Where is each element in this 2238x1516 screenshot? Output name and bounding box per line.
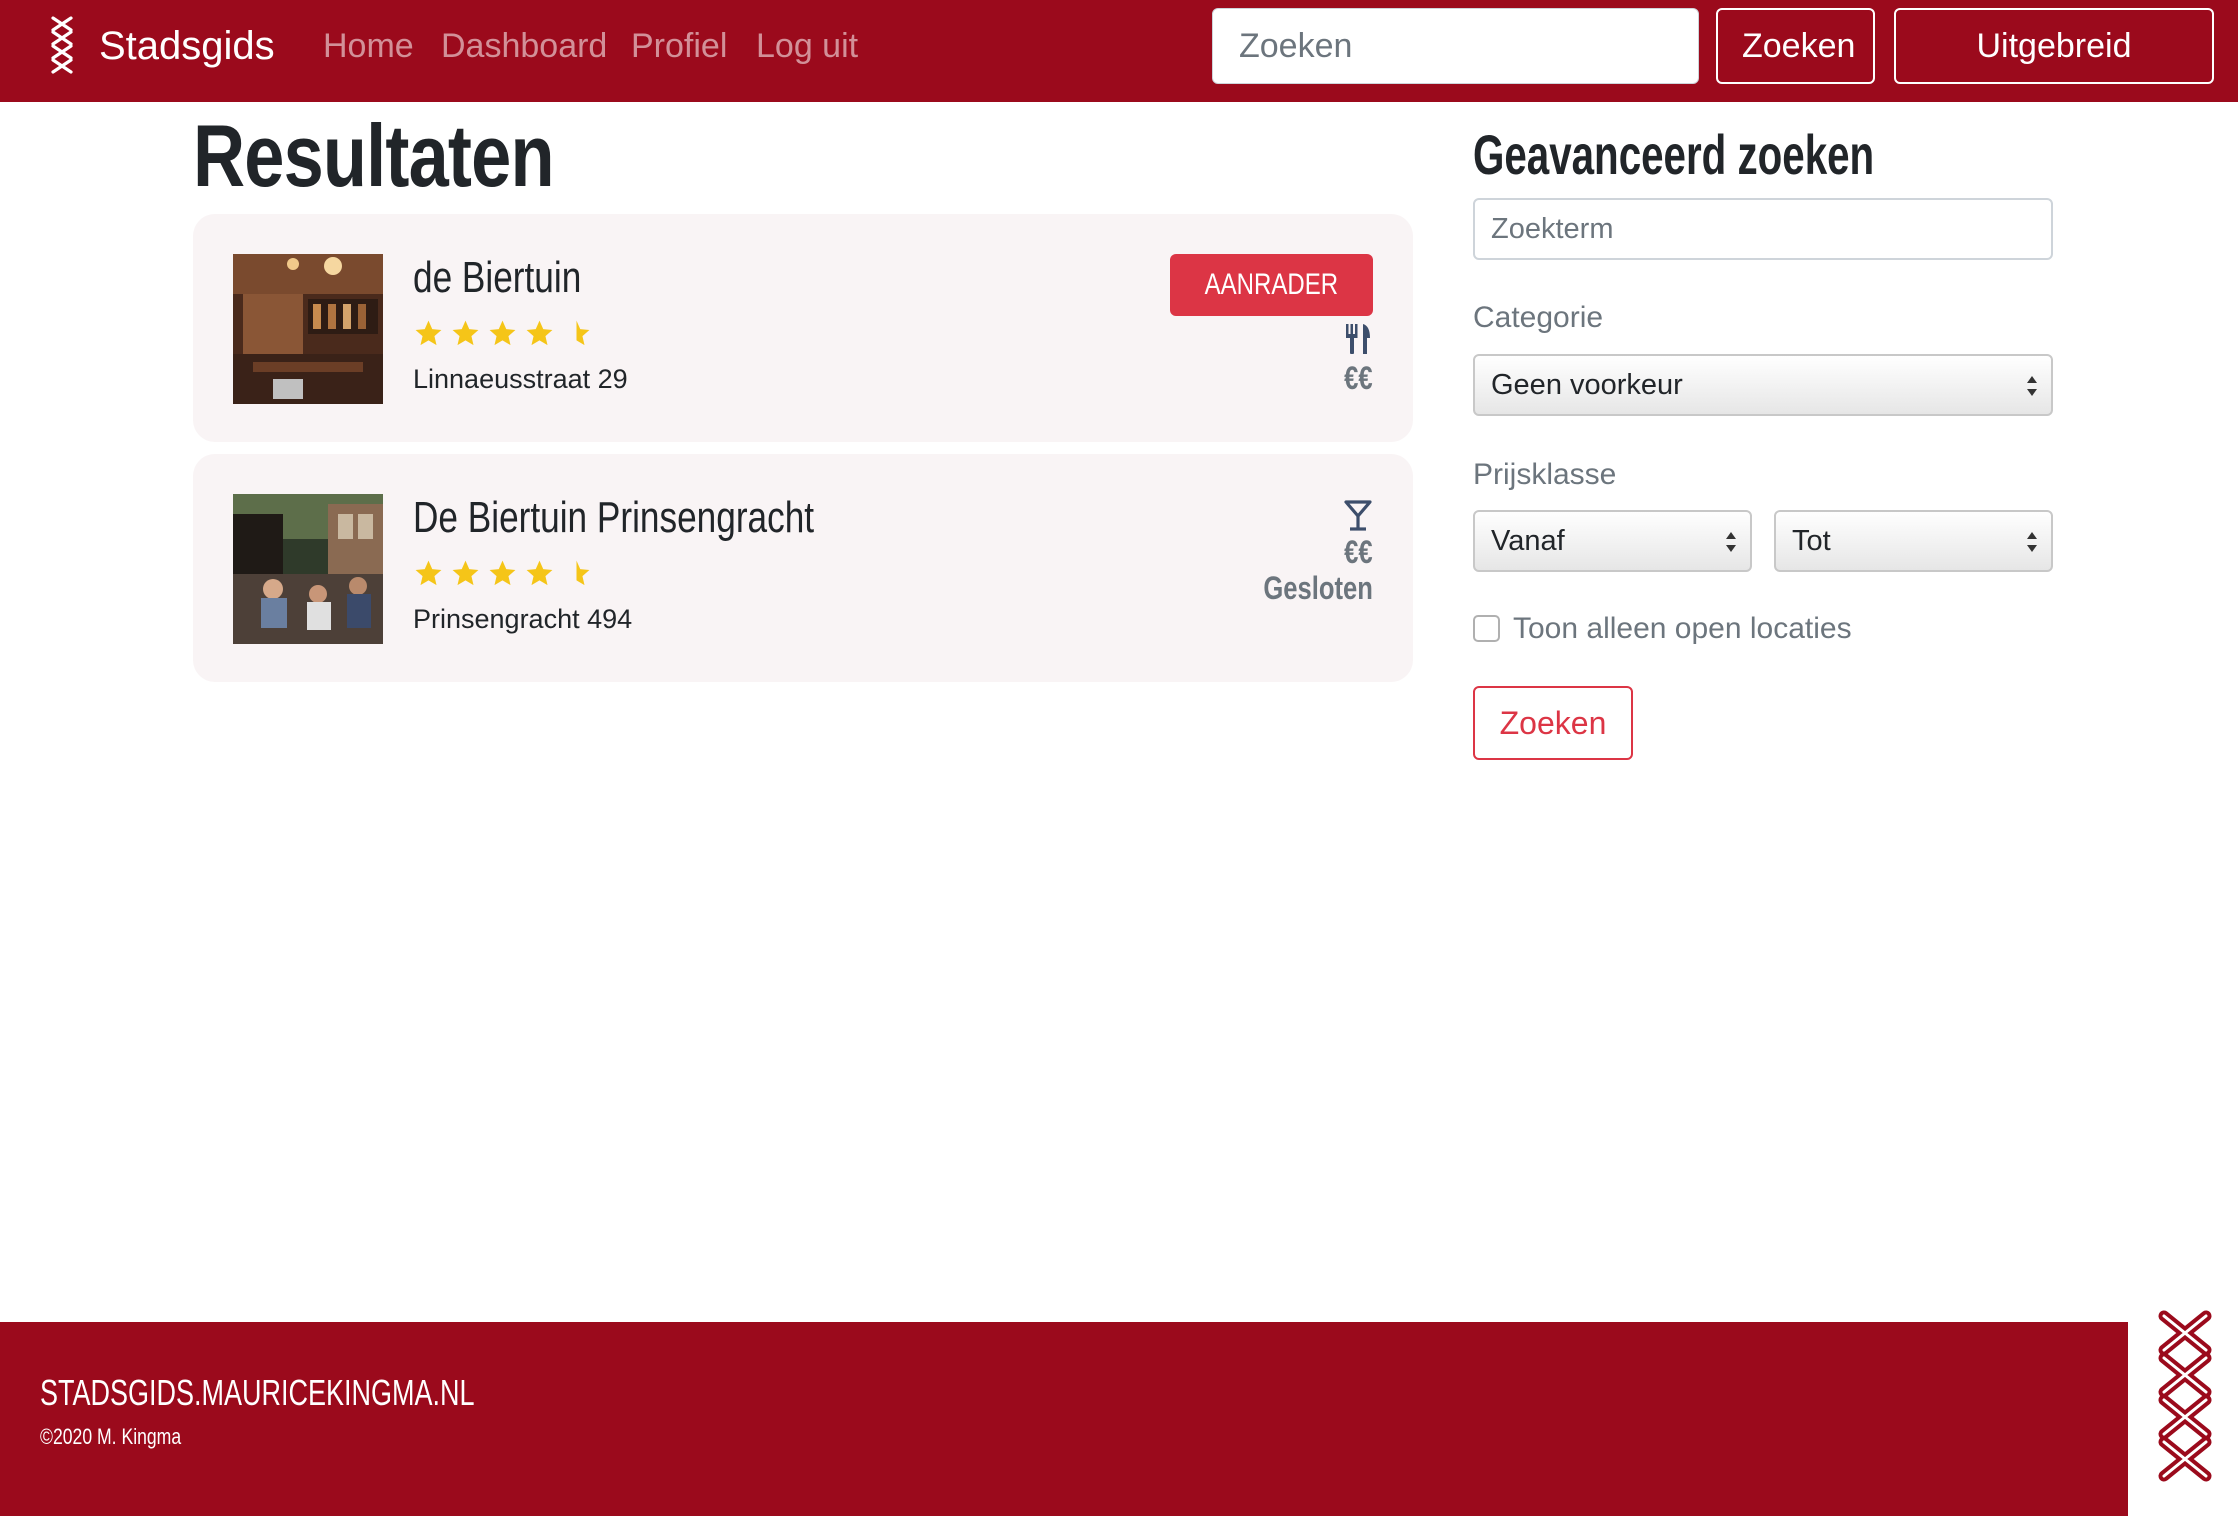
star-half-icon [576,560,590,586]
advanced-search-submit-button[interactable]: Zoeken [1473,686,1633,760]
category-select[interactable]: Geen voorkeur [1473,354,2053,416]
result-address: Prinsengracht 494 [413,604,633,634]
open-only-label[interactable]: Toon alleen open locaties [1513,611,1852,647]
price-level: €€ [1344,360,1373,396]
star-full-icon [415,560,442,586]
open-status: Gesloten [1263,570,1373,606]
star-full-icon [452,560,479,586]
price-level: €€ [1344,534,1373,570]
result-name[interactable]: de Biertuin [413,252,581,304]
nav-link-logout[interactable]: Log uit [756,25,858,67]
category-selected-value: Geen voorkeur [1491,369,1683,401]
select-arrows-icon [2027,376,2037,396]
star-full-icon [489,560,516,586]
footer-site-name[interactable]: STADSGIDS.MAURICEKINGMA.NL [40,1372,475,1414]
search-term-input[interactable] [1473,198,2053,260]
result-card[interactable]: de Biertuin Linnaeusstraat 29 AANRADER €… [193,214,1413,442]
cocktail-glass-icon [1344,500,1372,531]
star-full-icon [526,560,553,586]
star-full-icon [489,320,516,346]
result-thumbnail[interactable] [233,254,383,404]
fork-knife-icon [1346,324,1370,354]
rating-stars [413,558,592,592]
price-from-select[interactable]: Vanaf [1473,510,1752,572]
price-to-select[interactable]: Tot [1774,510,2053,572]
footer: STADSGIDS.MAURICEKINGMA.NL ©2020 M. King… [0,1322,2128,1516]
star-full-icon [452,320,479,346]
star-full-icon [415,320,442,346]
result-name[interactable]: De Biertuin Prinsengracht [413,492,814,544]
result-thumbnail[interactable] [233,494,383,644]
select-arrows-icon [1726,532,1736,552]
advanced-search-button[interactable]: Uitgebreid Zoeken [1894,8,2214,137]
category-label: Categorie [1473,301,1604,334]
star-half-icon [576,320,590,346]
nav-link-dashboard[interactable]: Dashboard [441,25,607,67]
price-from-value: Vanaf [1491,525,1565,557]
price-range-label: Prijsklasse [1473,458,1617,491]
andreas-crosses-logo-icon[interactable] [48,14,76,76]
select-arrows-icon [2027,532,2037,552]
brand-name[interactable]: Stadsgids [99,22,275,70]
navbar: Stadsgids Home Dashboard Profiel Log uit… [0,0,2238,137]
star-full-icon [526,320,553,346]
footer-copyright: ©2020 M. Kingma [40,1424,182,1449]
open-only-checkbox[interactable] [1473,615,1500,642]
nav-search-input[interactable] [1212,8,1699,84]
badge-label: AANRADER [1204,268,1339,301]
advanced-search-title: Geavanceerd zoeken [1473,123,1875,186]
nav-link-profiel[interactable]: Profiel [631,25,727,67]
price-to-value: Tot [1792,525,1831,557]
andreas-crosses-icon [2158,1310,2212,1482]
result-address: Linnaeusstraat 29 [413,364,628,394]
nav-search-button[interactable]: Zoeken [1716,8,1875,84]
rating-stars [413,318,592,352]
recommended-badge: AANRADER [1170,254,1373,316]
page-title: Resultaten [193,106,555,205]
result-card[interactable]: De Biertuin Prinsengracht Prinsengracht … [193,454,1413,682]
nav-link-home[interactable]: Home [323,25,414,67]
